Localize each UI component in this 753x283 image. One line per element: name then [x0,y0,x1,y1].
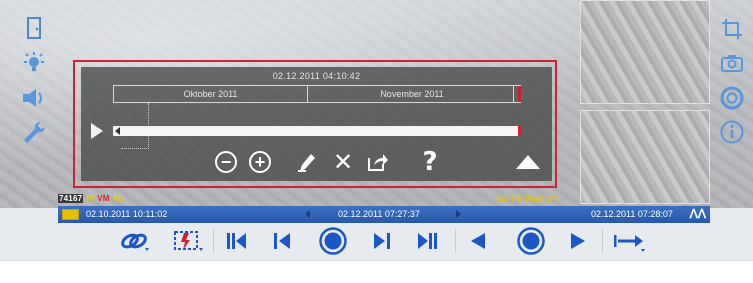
flag-pi: PI [86,194,95,203]
end-time: 02.12.2011 07:28:07 [591,209,673,219]
triangle-left-icon [471,233,485,249]
wrench-icon[interactable] [20,118,48,146]
marker-pen-icon [298,154,315,172]
current-time: 02.12.2011 07:27:37 [338,209,420,219]
time-bar[interactable]: 02.10.2011 10:11:02 02.12.2011 07:27:37 … [58,206,710,223]
light-bulb-icon[interactable] [20,50,48,78]
question-icon: ? [422,147,438,177]
export-icon [368,154,388,171]
event-frame-icon [174,231,203,251]
jump-arrow-icon [614,235,645,252]
camera-thumbnail-2[interactable] [580,110,710,204]
skip-first-icon [227,233,246,249]
live-button[interactable] [316,227,350,255]
timeline-position-marker [518,86,521,102]
door-icon[interactable] [22,14,46,42]
toolbar-separator [455,229,456,253]
scrub-slider[interactable] [113,126,521,136]
month-timeline[interactable]: Oktober 2011 November 2011 [113,85,521,103]
playback-toolbar [0,223,753,258]
flag-vc: VC [112,194,125,203]
panel-toolbar: − + ✕ ? [81,147,552,177]
skip-back-icon [274,233,290,249]
overlay-timestamp: 02.12.2011 04:10:42 [272,71,361,81]
event-filter-button[interactable] [170,227,206,255]
camera-thumbnail-1[interactable] [580,0,710,104]
camera-status-strip: 74167 PI VM VC [58,194,127,206]
skip-last-icon [418,233,437,249]
link-button[interactable] [118,227,152,255]
stop-button[interactable] [514,227,548,255]
event-badge[interactable] [62,209,79,220]
lifebuoy-icon[interactable] [718,84,746,112]
camera-icon[interactable] [718,50,746,76]
scrub-left-arrow-icon[interactable] [115,127,120,135]
plus-icon: + [249,151,271,173]
info-icon[interactable] [718,118,746,146]
stop-circle-icon [517,227,545,255]
toolbar-separator [602,229,603,253]
thumbnail-veil [581,1,709,103]
skip-forward-icon [374,233,390,249]
triangle-right-icon [571,233,585,249]
scrub-position-marker[interactable] [518,126,521,136]
export-button[interactable] [365,149,391,175]
speaker-icon[interactable] [20,84,48,112]
mobotix-logo-icon: ᐱᐱ [689,207,706,221]
crop-icon[interactable] [718,16,746,42]
thumbnail-veil [581,111,709,203]
timeline-month-october[interactable]: Oktober 2011 [113,86,308,102]
delete-button[interactable]: ✕ [330,148,356,176]
flag-vm: VM [97,194,110,203]
play-backward-button[interactable] [464,227,492,255]
previous-event-button[interactable] [268,227,296,255]
collapse-button[interactable] [513,149,543,175]
live-circle-icon [319,227,347,255]
play-arrow-icon[interactable] [91,123,103,139]
zoom-in-button[interactable]: + [247,149,273,175]
minus-icon: − [215,151,237,173]
recording-flags: SD FS REC DY [497,194,560,203]
mark-button[interactable] [294,149,320,175]
timeline-month-november[interactable]: November 2011 [308,86,516,102]
help-button[interactable]: ? [417,147,443,177]
triangle-up-icon [516,155,540,169]
next-event-button[interactable] [368,227,396,255]
playback-panel: 02.12.2011 04:10:42 Oktober 2011 Novembe… [81,67,552,181]
next-event-icon[interactable] [456,210,461,218]
prev-event-icon[interactable] [305,210,310,218]
start-time: 02.10.2011 10:11:02 [86,209,168,219]
timeline-tick [513,86,514,102]
first-event-button[interactable] [222,227,250,255]
zoom-out-button[interactable]: − [213,149,239,175]
status-line [0,260,753,283]
close-icon: ✕ [332,148,354,176]
play-forward-button[interactable] [564,227,592,255]
camera-id: 74167 [58,194,84,203]
toolbar-separator [213,229,214,253]
link-rings-icon [121,233,149,251]
last-event-button[interactable] [414,227,442,255]
jump-to-button[interactable] [610,227,650,255]
